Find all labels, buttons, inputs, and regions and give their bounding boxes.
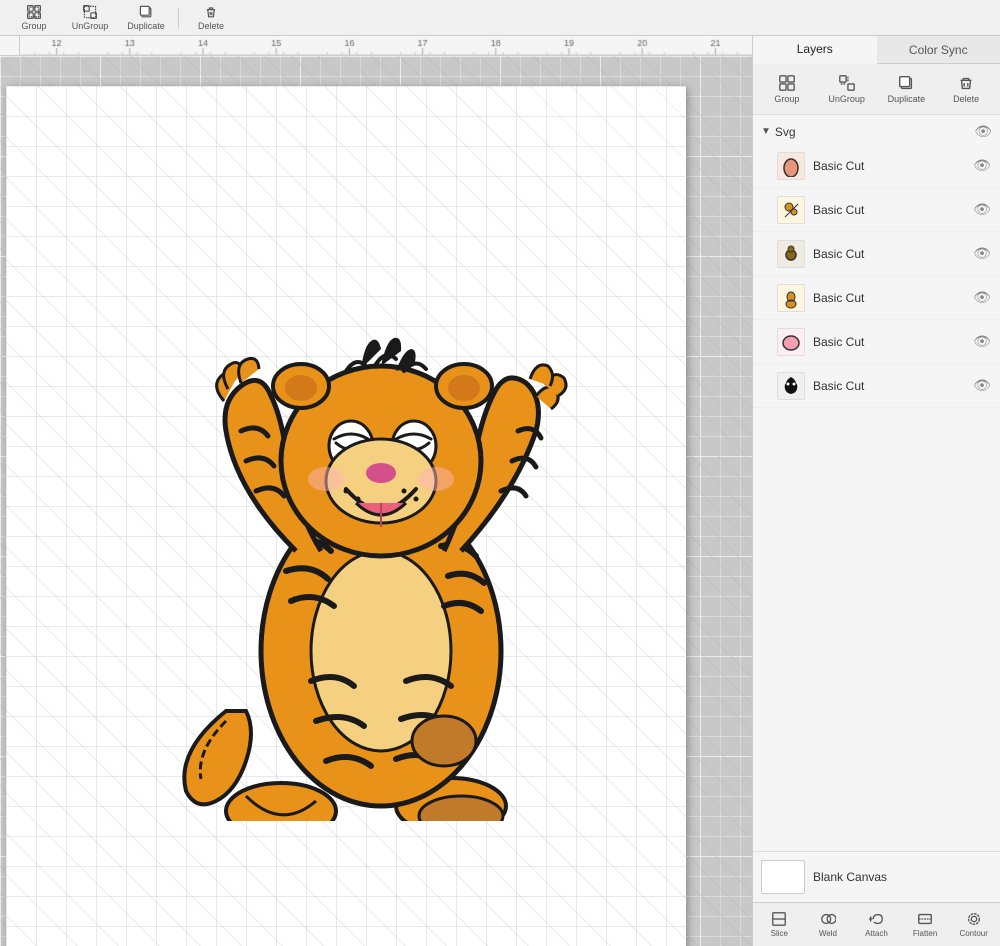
- panel-duplicate-button[interactable]: Duplicate: [879, 70, 935, 108]
- svg-group-arrow: ▼: [761, 126, 771, 137]
- main-area: Layers Color Sync Group UnGr: [0, 36, 1000, 946]
- layers-list: ▼ Svg 👁 Basic Cut 👁: [753, 115, 1000, 851]
- svg-group-header[interactable]: ▼ Svg 👁: [753, 119, 1000, 144]
- top-toolbar: Group UnGroup Duplicate Delete: [0, 0, 1000, 36]
- layer-name: Basic Cut: [813, 379, 964, 393]
- layer-name: Basic Cut: [813, 335, 964, 349]
- weld-button[interactable]: Weld: [806, 907, 851, 942]
- layer-item[interactable]: Basic Cut 👁: [753, 188, 1000, 232]
- layer-item[interactable]: Basic Cut 👁: [753, 276, 1000, 320]
- tab-layers[interactable]: Layers: [753, 36, 877, 64]
- paper-canvas[interactable]: [6, 86, 686, 946]
- layer-visibility-toggle[interactable]: 👁: [972, 244, 992, 264]
- right-panel: Layers Color Sync Group UnGr: [752, 36, 1000, 946]
- layer-visibility-toggle[interactable]: 👁: [972, 332, 992, 352]
- ungroup-button[interactable]: UnGroup: [64, 3, 116, 33]
- panel-ungroup-button[interactable]: UnGroup: [819, 70, 875, 108]
- svg-group-label: Svg: [775, 125, 796, 139]
- blank-canvas-label: Blank Canvas: [813, 870, 887, 884]
- layer-item[interactable]: Basic Cut 👁: [753, 144, 1000, 188]
- layer-thumbnail: [777, 240, 805, 268]
- ruler-container: [0, 36, 752, 56]
- panel-toolbar: Group UnGroup Duplicate: [753, 64, 1000, 115]
- panel-delete-button[interactable]: Delete: [938, 70, 994, 108]
- ruler-canvas: [20, 36, 752, 56]
- toolbar-separator: [178, 8, 179, 28]
- ruler-top: [20, 36, 752, 56]
- panel-group-button[interactable]: Group: [759, 70, 815, 108]
- layer-visibility-toggle[interactable]: 👁: [972, 156, 992, 176]
- layer-thumbnail: [777, 284, 805, 312]
- svg-group-eye[interactable]: 👁: [974, 123, 992, 140]
- layer-visibility-toggle[interactable]: 👁: [972, 200, 992, 220]
- layer-thumbnail: [777, 328, 805, 356]
- layer-name: Basic Cut: [813, 247, 964, 261]
- canvas-workspace[interactable]: [0, 56, 752, 946]
- layer-visibility-toggle[interactable]: 👁: [972, 376, 992, 396]
- layer-item[interactable]: Basic Cut 👁: [753, 232, 1000, 276]
- layer-thumbnail: [777, 152, 805, 180]
- delete-button[interactable]: Delete: [185, 3, 237, 33]
- layer-thumbnail: [777, 372, 805, 400]
- attach-button[interactable]: Attach: [854, 907, 899, 942]
- panel-tabs: Layers Color Sync: [753, 36, 1000, 64]
- blank-canvas-item[interactable]: Blank Canvas: [753, 851, 1000, 902]
- blank-canvas-thumbnail: [761, 860, 805, 894]
- layer-name: Basic Cut: [813, 203, 964, 217]
- layer-visibility-toggle[interactable]: 👁: [972, 288, 992, 308]
- canvas-area: [0, 36, 752, 946]
- layer-thumbnail: [777, 196, 805, 224]
- layer-name: Basic Cut: [813, 291, 964, 305]
- layer-item[interactable]: Basic Cut 👁: [753, 320, 1000, 364]
- bottom-panel-toolbar: Slice Weld Attach: [753, 902, 1000, 946]
- contour-button[interactable]: Contour: [951, 907, 996, 942]
- tigger-illustration: [96, 221, 596, 821]
- layer-item[interactable]: Basic Cut 👁: [753, 364, 1000, 408]
- slice-button[interactable]: Slice: [757, 907, 802, 942]
- duplicate-button[interactable]: Duplicate: [120, 3, 172, 33]
- tab-color-sync[interactable]: Color Sync: [877, 36, 1000, 63]
- flatten-button[interactable]: Flatten: [903, 907, 948, 942]
- group-button[interactable]: Group: [8, 3, 60, 33]
- ruler-corner: [0, 36, 20, 56]
- layer-name: Basic Cut: [813, 159, 964, 173]
